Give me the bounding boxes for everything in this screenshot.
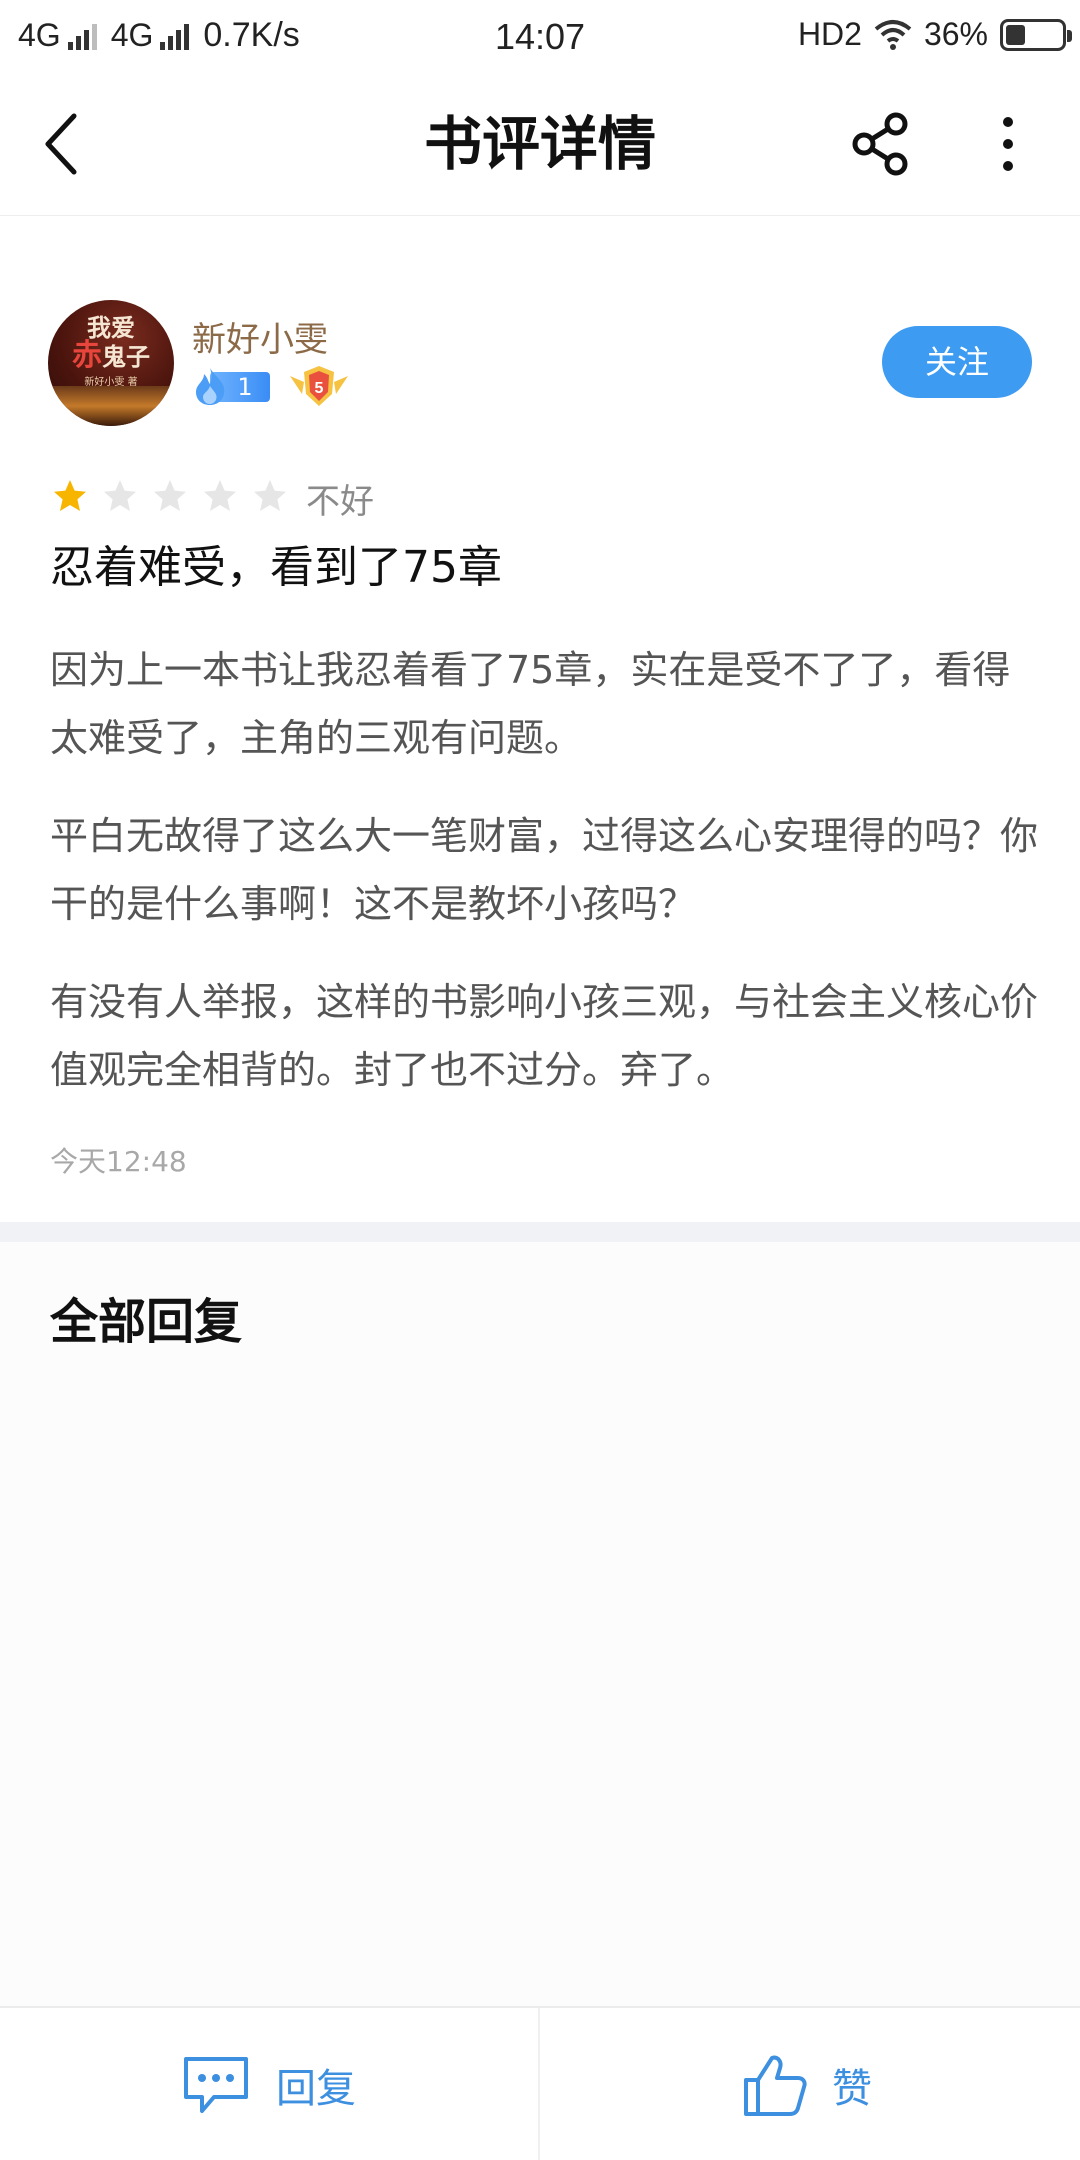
comment-icon	[184, 2057, 248, 2113]
star-empty-icon	[204, 480, 236, 511]
reply-label: 回复	[276, 2066, 356, 2112]
review-card: 我爱 赤鬼子 新好小雯 著 新好小雯 1 5 关注 不好 忍着难受，看到了75章…	[0, 216, 1080, 1222]
status-bar: 4G 4G 0.7K/s 14:07 HD2 36%	[0, 0, 1080, 72]
wifi-icon	[874, 19, 912, 50]
like-button[interactable]: 赞	[742, 2050, 872, 2120]
replies-section: 全部回复	[0, 1242, 1080, 2004]
bottom-action-bar: 回复 赞	[0, 2006, 1080, 2160]
status-right: HD2 36%	[797, 16, 1072, 53]
share-icon[interactable]	[846, 108, 918, 180]
shield-level: 5	[315, 380, 324, 397]
star-filled-icon	[54, 480, 86, 511]
review-paragraph: 因为上一本书让我忍着看了75章，实在是受不了了，看得太难受了，主角的三观有问题。	[50, 648, 1011, 760]
avatar-art	[48, 386, 174, 426]
fan-level-badge: 1	[190, 366, 272, 406]
reply-button[interactable]: 回复	[180, 2050, 356, 2120]
bottom-bar-separator	[538, 2008, 540, 2160]
hd-indicator: HD2	[797, 16, 862, 52]
avatar-title-rest: 鬼子	[102, 342, 150, 371]
avatar-cover-title: 我爱 赤鬼子	[48, 314, 174, 371]
rating-text: 不好	[306, 482, 374, 522]
follow-button[interactable]: 关注	[882, 326, 1032, 398]
star-empty-icon	[254, 480, 286, 511]
username[interactable]: 新好小雯	[192, 312, 328, 361]
battery-percent: 36%	[923, 16, 988, 52]
avatar-title-red: 赤	[72, 338, 102, 373]
more-vertical-icon[interactable]	[980, 108, 1036, 180]
rating-stars	[52, 478, 288, 514]
battery-fill	[1006, 24, 1025, 45]
avatar[interactable]: 我爱 赤鬼子 新好小雯 著	[48, 300, 174, 426]
shield-badge-icon: 5	[290, 366, 348, 406]
review-body: 因为上一本书让我忍着看了75章，实在是受不了了，看得太难受了，主角的三观有问题。…	[50, 636, 1040, 1134]
replies-heading: 全部回复	[50, 1294, 243, 1350]
thumbs-up-icon	[744, 2055, 807, 2116]
section-divider	[0, 1222, 1080, 1242]
like-label: 赞	[832, 2066, 872, 2112]
flame-icon	[196, 368, 225, 405]
avatar-title-line1: 我爱	[87, 313, 135, 342]
review-title: 忍着难受，看到了75章	[50, 542, 502, 593]
page-title: 书评详情	[423, 110, 656, 178]
star-empty-icon	[154, 480, 186, 511]
review-paragraph: 平白无故得了这么大一笔财富，过得这么心安理得的吗？你干的是什么事啊！这不是教坏小…	[50, 814, 1039, 926]
star-empty-icon	[104, 480, 136, 511]
battery-icon	[1000, 18, 1072, 51]
review-paragraph: 有没有人举报，这样的书影响小孩三观，与社会主义核心价值观完全相背的。封了也不过分…	[50, 980, 1039, 1092]
review-time: 今天12:48	[50, 1145, 187, 1178]
avatar-title-line2: 赤鬼子	[48, 341, 174, 371]
top-nav: 书评详情	[0, 72, 1080, 216]
